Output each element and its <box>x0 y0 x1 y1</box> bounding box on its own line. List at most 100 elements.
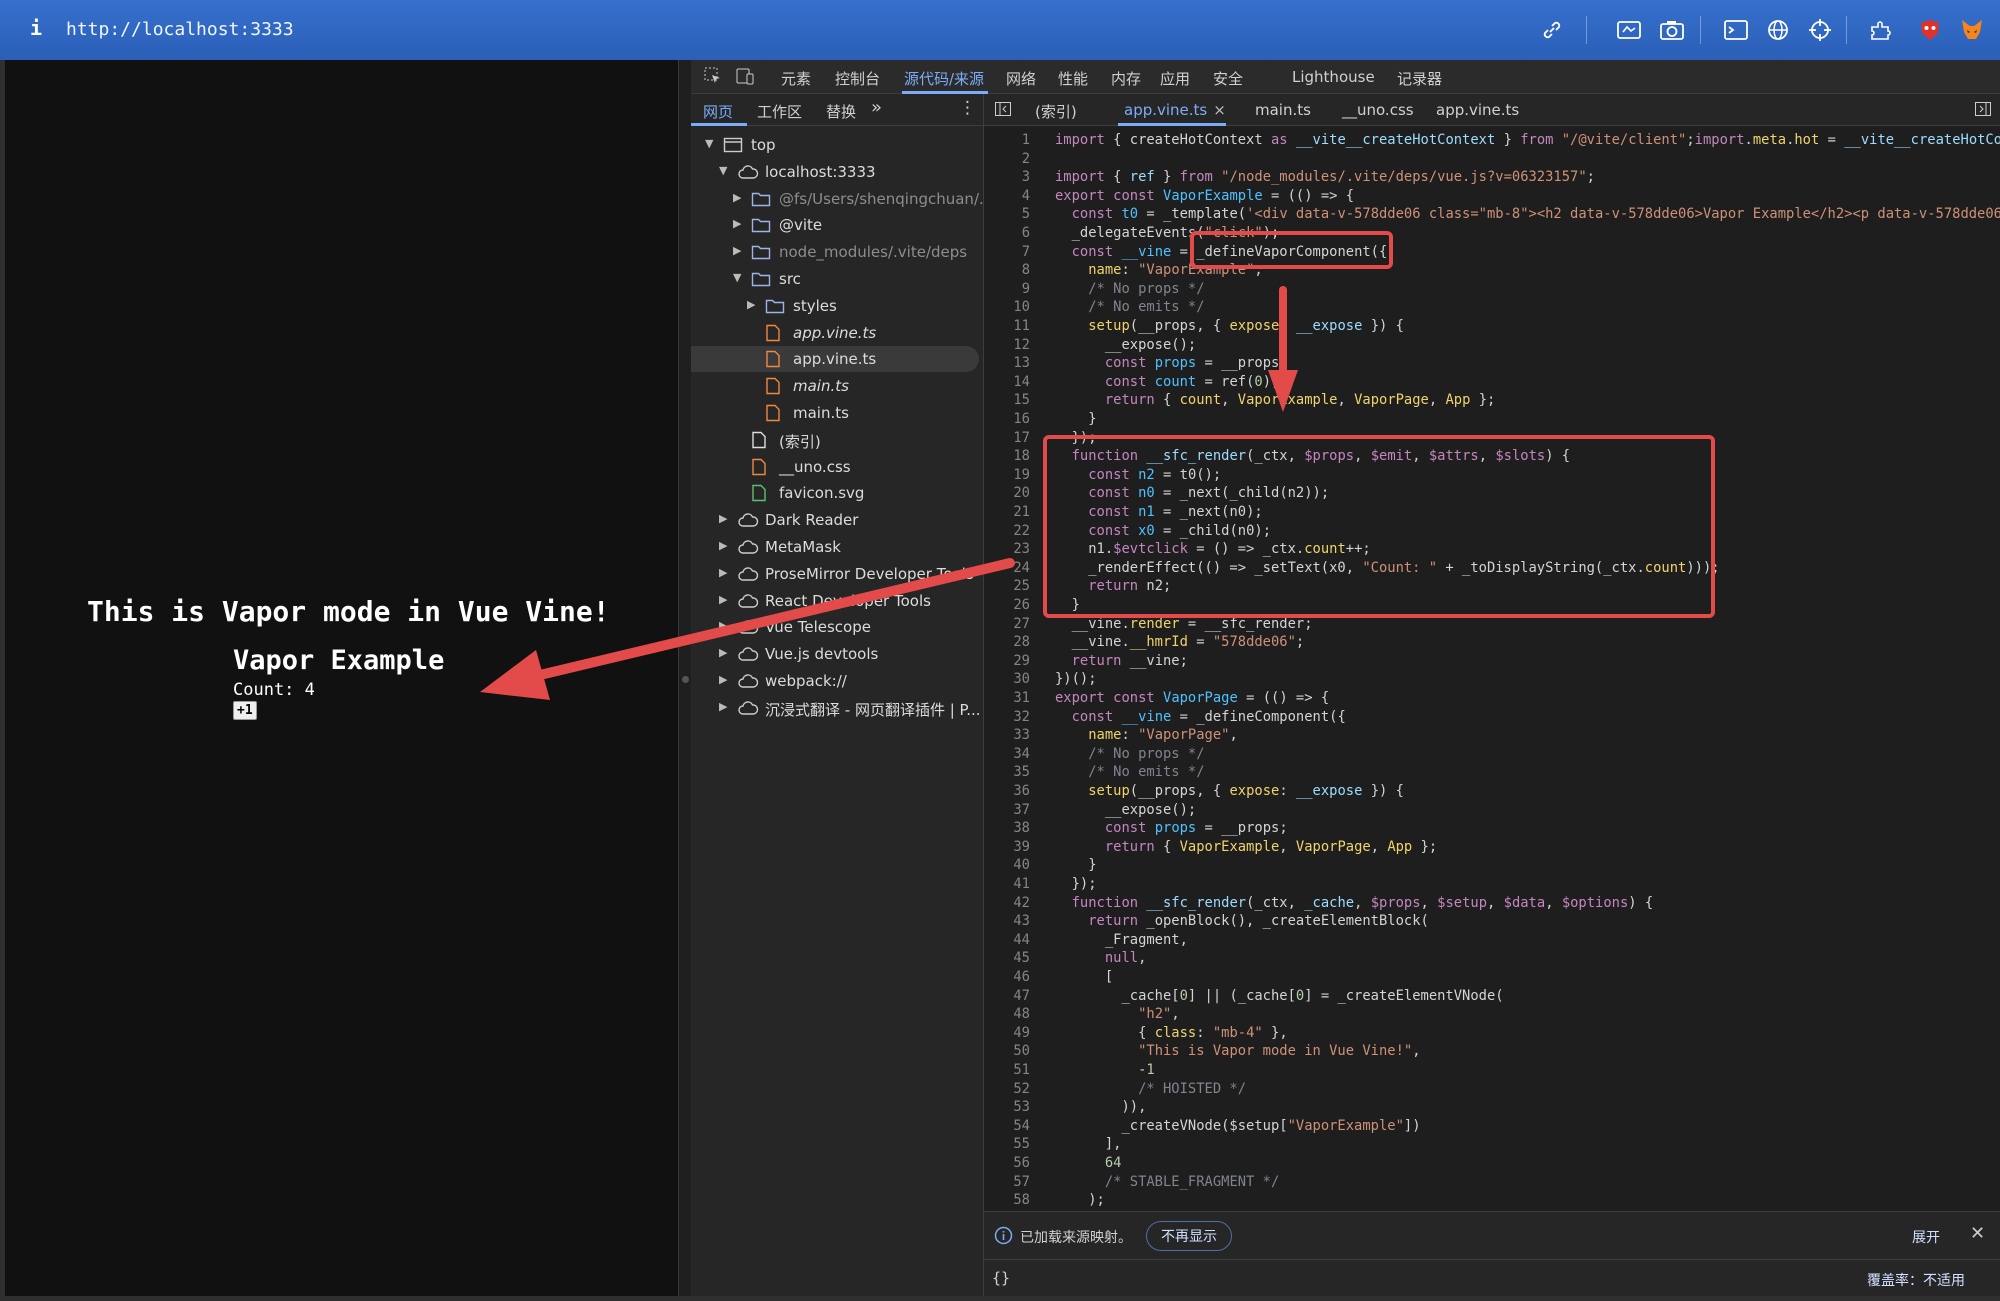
tree-item[interactable]: ▶ @vite <box>691 212 984 238</box>
code-line[interactable]: __vine.render = __sfc_render; <box>1055 616 1313 632</box>
code-line[interactable]: const n1 = _next(n0); <box>1055 504 1262 520</box>
code-line[interactable]: _Fragment, <box>1055 932 1188 948</box>
code-line[interactable]: })(); <box>1055 671 1097 687</box>
tree-item[interactable]: app.vine.ts <box>691 346 979 373</box>
caret-down-icon[interactable]: ▼ <box>733 271 741 284</box>
device-toolbar-icon[interactable] <box>735 66 755 90</box>
caret-down-icon[interactable]: ▼ <box>719 164 727 177</box>
tree-item[interactable]: ▶ @fs/Users/shenqingchuan/... <box>691 186 984 212</box>
caret-right-icon[interactable]: ▶ <box>733 217 741 230</box>
code-line[interactable]: const __vine = _defineVaporComponent({ <box>1055 244 1388 260</box>
tree-item[interactable]: ▼ src <box>691 266 984 292</box>
tree-item[interactable]: __uno.css <box>691 454 984 480</box>
caret-right-icon[interactable]: ▶ <box>733 244 741 257</box>
caret-right-icon[interactable]: ▶ <box>719 673 727 686</box>
devtools-tab-2[interactable]: 源代码/来源 <box>904 68 984 89</box>
code-line[interactable]: return { VaporExample, VaporPage, App }; <box>1055 839 1437 855</box>
code-line[interactable]: /* STABLE_FRAGMENT */ <box>1055 1174 1279 1190</box>
increment-button[interactable]: +1 <box>233 701 257 720</box>
nav-tab-workspace[interactable]: 工作区 <box>757 101 802 122</box>
code-line[interactable]: const __vine = _defineComponent({ <box>1055 709 1346 725</box>
code-line[interactable]: return _openBlock(), _createElementBlock… <box>1055 913 1429 929</box>
editor-tab-0[interactable]: (索引) <box>1035 101 1077 122</box>
code-line[interactable]: /* HOISTED */ <box>1055 1081 1246 1097</box>
code-line[interactable]: import { ref } from "/node_modules/.vite… <box>1055 169 1595 185</box>
code-line[interactable]: }); <box>1055 876 1097 892</box>
code-line[interactable]: 64 <box>1055 1155 1122 1171</box>
tree-item[interactable]: ▶ Dark Reader <box>691 507 984 533</box>
devtools-tab-7[interactable]: 安全 <box>1213 68 1243 89</box>
caret-right-icon[interactable]: ▶ <box>719 700 727 713</box>
tree-item[interactable]: ▶ Vue.js devtools <box>691 641 984 667</box>
screenshot-icon[interactable] <box>1615 16 1643 44</box>
code-line[interactable]: } <box>1055 857 1096 873</box>
tree-item[interactable]: ▶ Vue Telescope <box>691 614 984 640</box>
code-line[interactable]: import { createHotContext as __vite__cre… <box>1055 132 2000 148</box>
code-line[interactable]: /* No emits */ <box>1055 299 1204 315</box>
code-line[interactable]: export const VaporPage = (() => { <box>1055 690 1329 706</box>
caret-right-icon[interactable]: ▶ <box>719 539 727 552</box>
caret-down-icon[interactable]: ▼ <box>705 137 713 150</box>
code-line[interactable]: /* No emits */ <box>1055 764 1204 780</box>
more-tabs-chevron-icon[interactable]: » <box>871 97 882 118</box>
code-line[interactable]: __vine.__hmrId = "578dde06"; <box>1055 634 1305 650</box>
code-line[interactable]: const x0 = _child(n0); <box>1055 523 1271 539</box>
code-line[interactable]: const n2 = t0(); <box>1055 467 1221 483</box>
tree-item[interactable]: ▶ ProseMirror Developer Tools <box>691 561 984 587</box>
code-line[interactable]: name: "VaporExample", <box>1055 262 1262 278</box>
code-line[interactable]: return n2; <box>1055 578 1171 594</box>
code-line[interactable]: __expose(); <box>1055 802 1196 818</box>
code-line[interactable]: const t0 = _template('<div data-v-578dde… <box>1055 206 2000 222</box>
camera-icon[interactable] <box>1658 16 1686 44</box>
code-line[interactable]: ], <box>1055 1136 1122 1152</box>
code-line[interactable]: function __sfc_render(_ctx, _cache, $pro… <box>1055 895 1654 911</box>
code-line[interactable]: const n0 = _next(_child(n2)); <box>1055 485 1329 501</box>
code-line[interactable]: __expose(); <box>1055 337 1196 353</box>
caret-right-icon[interactable]: ▶ <box>719 619 727 632</box>
code-line[interactable]: name: "VaporPage", <box>1055 727 1238 743</box>
code-line[interactable]: _createVNode($setup["VaporExample"]) <box>1055 1118 1420 1134</box>
caret-right-icon[interactable]: ▶ <box>747 298 755 311</box>
url-text[interactable]: http://localhost:3333 <box>66 19 294 40</box>
code-line[interactable]: return __vine; <box>1055 653 1188 669</box>
resizer-handle[interactable] <box>682 676 689 683</box>
terminal-icon[interactable] <box>1722 16 1750 44</box>
tree-item[interactable]: ▶ styles <box>691 293 984 319</box>
editor-tab-2[interactable]: main.ts <box>1255 101 1311 119</box>
tree-item[interactable]: favicon.svg <box>691 480 984 506</box>
tree-item[interactable]: ▶ MetaMask <box>691 534 984 560</box>
devtools-tab-1[interactable]: 控制台 <box>835 68 880 89</box>
metamask-fox-icon[interactable] <box>1958 16 1986 44</box>
split-resizer[interactable] <box>678 60 691 1296</box>
crosshair-icon[interactable] <box>1806 16 1834 44</box>
link-icon[interactable] <box>1538 16 1566 44</box>
tree-item[interactable]: main.ts <box>691 373 984 399</box>
code-line[interactable]: } <box>1055 411 1096 427</box>
caret-right-icon[interactable]: ▶ <box>733 191 741 204</box>
devtools-tab-4[interactable]: 性能 <box>1058 68 1088 89</box>
editor-tab-1[interactable]: app.vine.ts × <box>1124 101 1226 119</box>
code-line[interactable]: const props = __props; <box>1055 355 1288 371</box>
extensions-icon[interactable] <box>1868 16 1896 44</box>
code-line[interactable]: }); <box>1055 430 1097 446</box>
code-line[interactable]: _renderEffect(() => _setText(x0, "Count:… <box>1055 560 1719 576</box>
tree-item[interactable]: ▼ top <box>691 132 984 158</box>
code-line[interactable]: export const VaporExample = (() => { <box>1055 188 1354 204</box>
url-bar[interactable]: i http://localhost:3333 <box>0 0 2000 60</box>
code-line[interactable]: setup(__props, { expose: __expose }) { <box>1055 318 1404 334</box>
tree-item[interactable]: ▶ 沉浸式翻译 - 网页翻译插件 | P... <box>691 695 984 721</box>
code-line[interactable]: "This is Vapor mode in Vue Vine!", <box>1055 1043 1420 1059</box>
toggle-debugger-icon[interactable] <box>1974 100 1992 122</box>
code-view[interactable]: 1 import { createHotContext as __vite__cr… <box>984 126 2000 1211</box>
code-line[interactable]: _delegateEvents("click"); <box>1055 225 1280 241</box>
code-line[interactable]: [ <box>1055 969 1113 985</box>
code-line[interactable]: )), <box>1055 1099 1146 1115</box>
kebab-menu-icon[interactable]: ⋮ <box>959 98 976 118</box>
devtools-tab-8[interactable]: Lighthouse <box>1292 68 1375 86</box>
code-line[interactable]: n1.$evtclick = () => _ctx.count++; <box>1055 541 1370 557</box>
code-line[interactable]: /* No props */ <box>1055 746 1204 762</box>
caret-right-icon[interactable]: ▶ <box>719 593 727 606</box>
code-line[interactable]: /* No props */ <box>1055 281 1204 297</box>
code-line[interactable]: "h2", <box>1055 1006 1180 1022</box>
toggle-navigator-icon[interactable] <box>994 100 1012 122</box>
